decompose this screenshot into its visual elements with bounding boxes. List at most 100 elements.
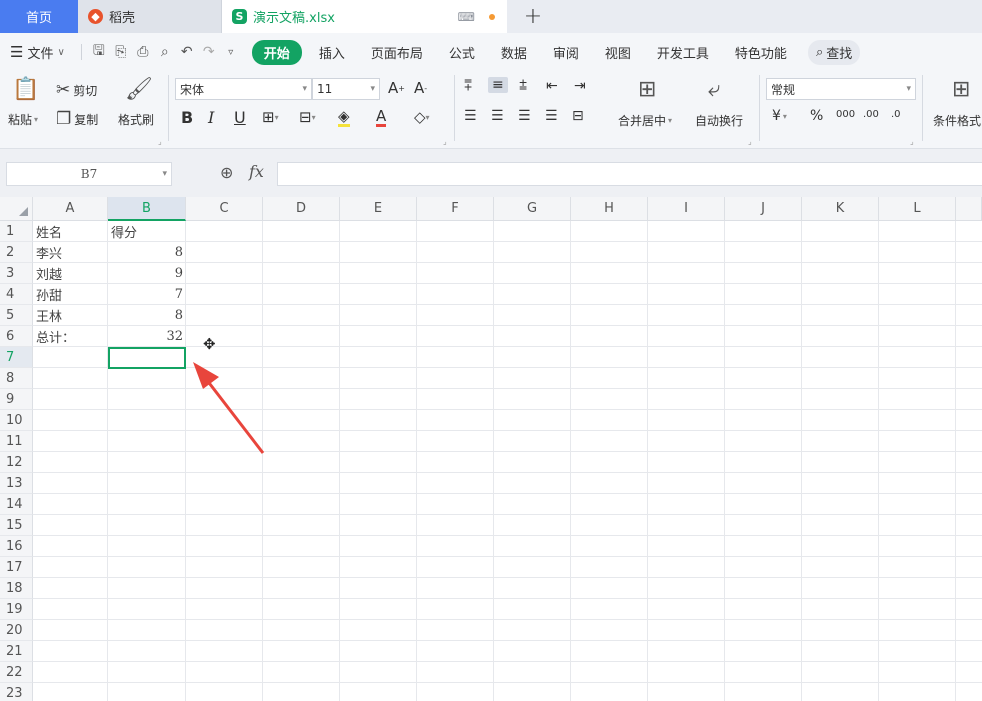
row-header-3[interactable]: 3 [0, 263, 33, 284]
row-header-16[interactable]: 16 [0, 536, 33, 557]
merge-center-icon[interactable]: ⊞ [638, 77, 656, 102]
format-painter-icon[interactable]: 🖌 [125, 77, 153, 102]
row-header-4[interactable]: 4 [0, 284, 33, 305]
row-header-13[interactable]: 13 [0, 473, 33, 494]
column-header-partial[interactable] [956, 197, 982, 221]
undo-icon[interactable]: ↶ [176, 44, 198, 60]
thousands-icon[interactable]: 000 [836, 109, 855, 120]
column-header-a[interactable]: A [33, 197, 108, 221]
font-color-icon[interactable]: A [376, 108, 387, 127]
row-header-2[interactable]: 2 [0, 242, 33, 263]
number-format-select[interactable]: 常规 ▾ [766, 78, 916, 100]
column-header-g[interactable]: G [494, 197, 571, 221]
menu-view[interactable]: 视图 [592, 43, 644, 62]
align-left-icon[interactable]: ☰ [464, 108, 477, 124]
font-name-select[interactable]: 宋体 ▾ [175, 78, 312, 100]
format-painter-button[interactable]: 格式刷 [118, 111, 154, 128]
row-header-17[interactable]: 17 [0, 557, 33, 578]
menu-special[interactable]: 特色功能 [722, 43, 800, 62]
column-header-j[interactable]: J [725, 197, 802, 221]
row-header-22[interactable]: 22 [0, 662, 33, 683]
font-size-select[interactable]: 11 ▾ [312, 78, 380, 100]
customize-icon[interactable]: ▿ [220, 47, 242, 58]
clipboard-expand-icon[interactable]: ⌟ [158, 137, 162, 146]
currency-icon[interactable]: ¥ ▾ [772, 108, 787, 124]
spreadsheet-grid[interactable]: A B C D E F G H I J K L 1 2 3 4 5 6 7 8 9 10 11 12 13 14 15 16 17 18 1… [0, 197, 982, 701]
cell-a2[interactable]: 李兴 [33, 242, 108, 263]
wrap-text-button[interactable]: 自动换行 [695, 112, 743, 129]
paste-icon[interactable]: 📋 [12, 77, 39, 102]
zoom-icon[interactable]: ⊕ [220, 163, 233, 182]
cell-a4[interactable]: 孙甜 [33, 284, 108, 305]
merge-center-button[interactable]: 合并居中 ▾ [618, 112, 672, 129]
column-header-e[interactable]: E [340, 197, 417, 221]
cut-button[interactable]: ✂ 剪切 [56, 80, 97, 100]
row-header-9[interactable]: 9 [0, 389, 33, 410]
decrease-indent-icon[interactable]: ⇤ [546, 78, 558, 94]
name-box[interactable]: B7 ▾ [6, 162, 172, 186]
justify-icon[interactable]: ☰ [545, 108, 558, 124]
row-header-5[interactable]: 5 [0, 305, 33, 326]
decrease-decimal-icon[interactable]: .0 [891, 109, 901, 120]
row-header-1[interactable]: 1 [0, 221, 33, 242]
conditional-format-icon[interactable]: ⊞ [952, 77, 970, 102]
increase-indent-icon[interactable]: ⇥ [574, 78, 586, 94]
print-icon[interactable]: ⎙ [132, 44, 154, 60]
tab-daoke[interactable]: ◆ 稻壳 [78, 0, 222, 33]
percent-icon[interactable]: % [810, 108, 823, 124]
column-header-f[interactable]: F [417, 197, 494, 221]
pin-icon[interactable]: ⌨ [458, 10, 475, 24]
cell-b2[interactable]: 8 [108, 242, 186, 263]
column-header-d[interactable]: D [263, 197, 340, 221]
alignment-expand-icon[interactable]: ⌟ [748, 137, 752, 146]
print-preview-icon[interactable]: ⌕ [154, 44, 176, 60]
merge-style-icon[interactable]: ⊟ ▾ [299, 108, 316, 126]
align-bottom-icon[interactable]: ⩲ [519, 78, 527, 94]
fill-color-icon[interactable]: ◈ [338, 108, 350, 127]
column-header-b[interactable]: B [108, 197, 186, 221]
cell-a5[interactable]: 王林 [33, 305, 108, 326]
menu-start[interactable]: 开始 [251, 39, 302, 65]
export-icon[interactable]: ⎘ [110, 44, 132, 60]
align-center-icon[interactable]: ☰ [491, 108, 504, 124]
bold-icon[interactable]: B [181, 108, 193, 127]
column-header-k[interactable]: K [802, 197, 879, 221]
row-header-21[interactable]: 21 [0, 641, 33, 662]
tab-home[interactable]: 首页 [0, 0, 78, 33]
menu-review[interactable]: 审阅 [540, 43, 592, 62]
row-header-18[interactable]: 18 [0, 578, 33, 599]
row-header-20[interactable]: 20 [0, 620, 33, 641]
select-all-button[interactable] [0, 197, 33, 221]
align-right-icon[interactable]: ☰ [518, 108, 531, 124]
column-header-c[interactable]: C [186, 197, 263, 221]
save-icon[interactable]: 🖫 [88, 40, 110, 64]
paste-button[interactable]: 粘贴 ▾ [8, 111, 38, 128]
row-header-14[interactable]: 14 [0, 494, 33, 515]
row-header-6[interactable]: 6 [0, 326, 33, 347]
decrease-font-icon[interactable]: A- [414, 79, 427, 97]
column-header-h[interactable]: H [571, 197, 648, 221]
active-cell-b7[interactable] [108, 347, 186, 369]
clear-format-icon[interactable]: ◇ ▾ [414, 108, 430, 126]
menu-developer[interactable]: 开发工具 [644, 43, 722, 62]
fx-icon[interactable]: fx [249, 162, 264, 181]
search-button[interactable]: ⌕ 查找 [807, 39, 861, 65]
cell-a3[interactable]: 刘越 [33, 263, 108, 284]
file-menu[interactable]: ☰ 文件 ∨ [10, 43, 65, 62]
row-header-23[interactable]: 23 [0, 683, 33, 701]
row-header-15[interactable]: 15 [0, 515, 33, 536]
row-header-12[interactable]: 12 [0, 452, 33, 473]
cell-b1[interactable]: 得分 [108, 221, 186, 242]
number-expand-icon[interactable]: ⌟ [910, 137, 914, 146]
row-header-8[interactable]: 8 [0, 368, 33, 389]
underline-icon[interactable]: U [234, 108, 246, 127]
align-top-icon[interactable]: ⩱ [464, 78, 472, 94]
menu-insert[interactable]: 插入 [306, 43, 358, 62]
menu-page-layout[interactable]: 页面布局 [358, 43, 436, 62]
column-header-l[interactable]: L [879, 197, 956, 221]
cell-b6[interactable]: 32 [108, 326, 186, 347]
font-expand-icon[interactable]: ⌟ [443, 137, 447, 146]
row-header-19[interactable]: 19 [0, 599, 33, 620]
redo-icon[interactable]: ↷ [198, 44, 220, 60]
border-icon[interactable]: ⊞ ▾ [262, 108, 279, 126]
